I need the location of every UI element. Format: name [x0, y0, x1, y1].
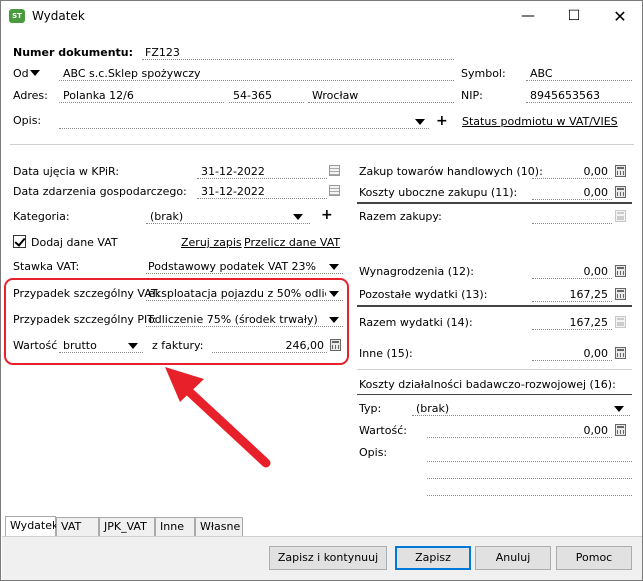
rd-desc-input[interactable]	[427, 464, 632, 479]
from-dropdown-icon[interactable]	[30, 70, 40, 76]
calendar-icon[interactable]	[329, 165, 340, 176]
desc-label: Opis:	[13, 114, 42, 127]
goods-value: 0,00	[583, 165, 609, 178]
close-icon[interactable]: ✕	[597, 1, 643, 32]
rd-amount-label: Wartość:	[359, 424, 407, 437]
nip-label: NIP:	[461, 89, 483, 102]
kpir-date-label: Data ujęcia w KPiR:	[13, 165, 120, 178]
tab-inne[interactable]: Inne	[155, 517, 195, 536]
type-label: Typ:	[359, 402, 382, 415]
doc-number-input[interactable]	[142, 45, 454, 60]
calculator-icon	[615, 316, 626, 328]
rd-desc-input[interactable]	[427, 447, 632, 462]
add-vat-label: Dodaj dane VAT	[31, 236, 118, 249]
type-value: (brak)	[416, 402, 450, 415]
goods-label: Zakup towarów handlowych (10):	[359, 165, 543, 178]
total-purchase-field	[532, 209, 612, 224]
vat-rate-label: Stawka VAT:	[13, 260, 80, 273]
desc-dropdown-icon[interactable]	[415, 119, 425, 125]
help-button[interactable]: Pomoc	[556, 546, 632, 570]
title-bar: ST Wydatek — ☐ ✕	[1, 1, 642, 32]
vat-rate-value: Podstawowy podatek VAT 23%	[148, 260, 317, 273]
sum-divider	[357, 305, 632, 307]
section-divider	[10, 144, 634, 145]
highlight-box	[4, 278, 349, 365]
salaries-label: Wynagrodzenia (12):	[359, 265, 474, 278]
window-title: Wydatek	[32, 9, 85, 23]
rd-amount-value: 0,00	[583, 424, 609, 437]
dialog-content: Numer dokumentu: FZ123 Od ABC s.c.Sklep …	[2, 32, 642, 580]
kpir-date-value: 31-12-2022	[201, 165, 265, 178]
add-vat-checkbox[interactable]	[13, 235, 26, 248]
tab-wlasne[interactable]: Własne	[195, 517, 243, 536]
maximize-icon[interactable]: ☐	[551, 1, 597, 32]
doc-number-label: Numer dokumentu:	[13, 46, 134, 59]
calculator-icon[interactable]	[615, 347, 626, 359]
nip-value: 8945653563	[530, 89, 600, 102]
misc-value: 0,00	[583, 347, 609, 360]
category-label: Kategoria:	[13, 210, 70, 223]
vat-rate-dropdown-icon[interactable]	[329, 264, 339, 270]
reset-entry-link[interactable]: Zeruj zapis	[181, 236, 242, 249]
desc-input[interactable]	[59, 114, 429, 129]
event-date-value: 31-12-2022	[201, 185, 265, 198]
add-desc-icon[interactable]: +	[436, 114, 448, 128]
from-value: ABC s.c.Sklep spożywczy	[63, 67, 201, 80]
city-value: Wrocław	[312, 89, 359, 102]
total-exp-label: Razem wydatki (14):	[359, 316, 473, 329]
add-category-icon[interactable]: +	[321, 208, 333, 222]
rd-divider	[357, 394, 632, 395]
category-value: (brak)	[150, 210, 184, 223]
recalc-vat-link[interactable]: Przelicz dane VAT	[244, 236, 340, 249]
total-purchase-label: Razem zakupy:	[359, 210, 442, 223]
doc-number-value: FZ123	[145, 46, 180, 59]
rd-desc-label: Opis:	[359, 446, 388, 459]
save-button[interactable]: Zapisz	[395, 546, 471, 570]
category-dropdown-icon[interactable]	[293, 214, 303, 220]
rd-desc-input[interactable]	[427, 481, 632, 496]
side-costs-label: Koszty uboczne zakupu (11):	[359, 186, 518, 199]
symbol-value: ABC	[530, 67, 553, 80]
calculator-icon[interactable]	[615, 265, 626, 277]
postal-value: 54-365	[233, 89, 272, 102]
side-costs-value: 0,00	[583, 186, 609, 199]
rd-costs-label: Koszty działalności badawczo-rozwojowej …	[359, 378, 616, 391]
tab-vat[interactable]: VAT	[56, 517, 99, 536]
dialog-window: ST Wydatek — ☐ ✕ Numer dokumentu: FZ123 …	[0, 0, 643, 581]
misc-label: Inne (15):	[359, 347, 413, 360]
from-label: Od	[13, 67, 29, 80]
arrow-annotation	[165, 367, 271, 468]
vat-status-link[interactable]: Status podmiotu w VAT/VIES	[462, 115, 618, 128]
calculator-icon	[615, 210, 626, 222]
calendar-icon[interactable]	[329, 185, 340, 196]
calculator-icon[interactable]	[615, 288, 626, 300]
sum-divider	[357, 202, 632, 204]
address-label: Adres:	[13, 89, 48, 102]
calculator-icon[interactable]	[615, 424, 626, 436]
cancel-button[interactable]: Anuluj	[475, 546, 551, 570]
calculator-icon[interactable]	[615, 186, 626, 198]
type-dropdown-icon[interactable]	[614, 406, 624, 412]
minimize-icon[interactable]: —	[505, 1, 551, 32]
other-exp-value: 167,25	[569, 288, 609, 301]
tab-wydatek[interactable]: Wydatek	[5, 516, 58, 537]
event-date-label: Data zdarzenia gospodarczego:	[13, 185, 187, 198]
other-exp-label: Pozostałe wydatki (13):	[359, 288, 488, 301]
tab-jpk-vat[interactable]: JPK_VAT	[99, 517, 155, 536]
total-exp-value: 167,25	[569, 316, 609, 329]
street-value: Polanka 12/6	[63, 89, 134, 102]
save-continue-button[interactable]: Zapisz i kontynuuj	[269, 546, 387, 570]
button-bar: Zapisz i kontynuuj Zapisz Anuluj Pomoc	[2, 536, 642, 580]
symbol-label: Symbol:	[461, 67, 506, 80]
calculator-icon[interactable]	[615, 165, 626, 177]
section-divider	[357, 369, 632, 370]
app-logo-icon: ST	[9, 9, 25, 23]
salaries-value: 0,00	[583, 265, 609, 278]
